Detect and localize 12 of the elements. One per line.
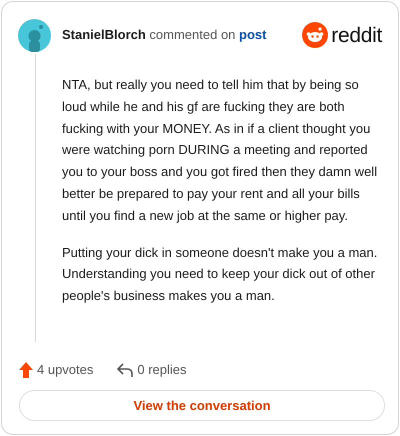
comment-paragraph: Putting your dick in someone doesn't make you a man. Understanding you need to keep your dick out of other people's business makes you a man. [62,244,378,306]
brand-name: reddit [331,24,382,46]
avatar-icon [18,18,51,52]
reply-count: 0 replies [137,361,187,379]
post-link[interactable]: post [239,27,266,42]
upvote-icon[interactable] [19,362,33,378]
comment-paragraph: NTA, but really you need to tell him that by being so loud while he and his gf are fucking they are both fucking with your MONEY. As in if a client thought you were watching porn DURING a meeting and reported you to your boss and you got fired then they damn well better be prepared to pay your rent and all your bills until you find a new job at the same or higher pay. [62,76,378,225]
reply-icon[interactable] [117,362,134,377]
comment-byline: StanielBlorch commented on post [62,26,266,44]
reddit-logo-icon [302,22,328,48]
view-conversation-button[interactable]: View the conversation [19,390,385,421]
upvote-count: 4 upvotes [37,361,94,379]
